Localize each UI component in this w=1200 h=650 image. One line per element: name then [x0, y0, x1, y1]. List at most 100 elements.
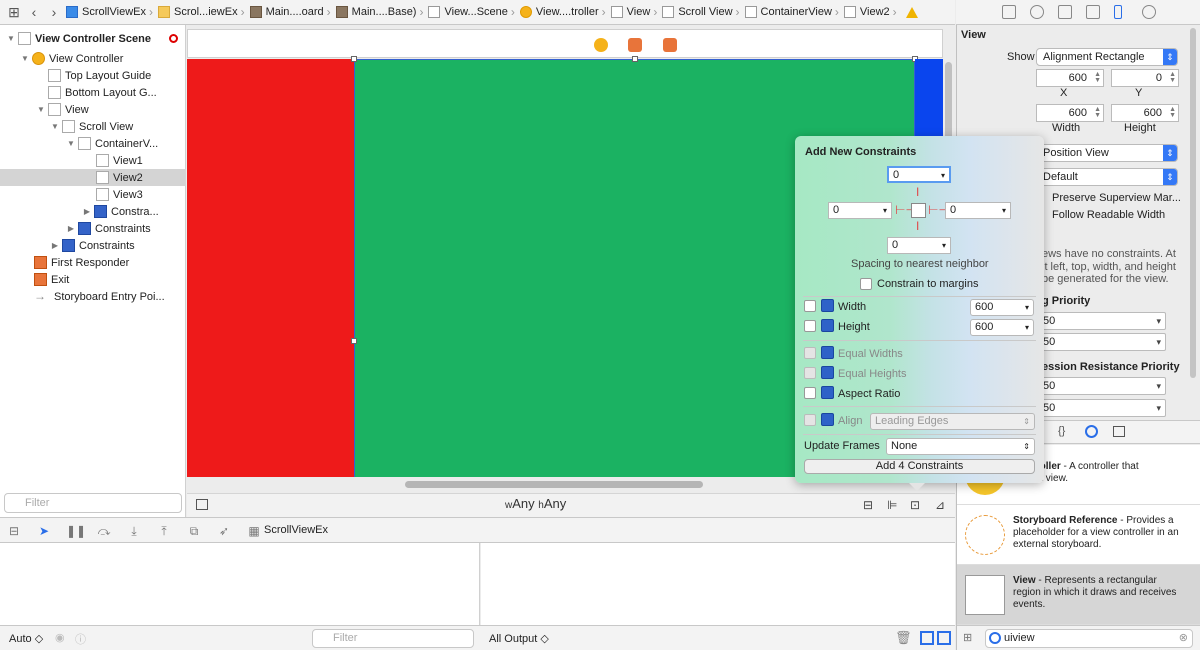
breadcrumb-item[interactable]: Main....oard › — [248, 0, 334, 24]
breadcrumb-item[interactable]: View....troller › — [518, 0, 609, 24]
identity-inspector-icon[interactable] — [1058, 5, 1072, 19]
bottom-spacing-field[interactable]: 0 ▾ — [887, 237, 951, 254]
view-controller-icon[interactable] — [594, 38, 608, 52]
exit-icon[interactable] — [663, 38, 677, 52]
resize-handle[interactable] — [351, 56, 357, 62]
outline-item-first-responder[interactable]: First Responder — [0, 254, 186, 271]
console-filter-input[interactable]: Filter — [312, 629, 474, 648]
forward-icon[interactable]: › — [44, 2, 64, 22]
breadcrumb-item[interactable]: ContainerView › — [743, 0, 842, 24]
info-icon[interactable]: ⓘ — [75, 631, 86, 647]
align-checkbox[interactable] — [804, 414, 816, 426]
right-spacing-field[interactable]: 0 ▾ — [945, 202, 1011, 219]
outline-item-constraints[interactable]: ▶ Constraints — [0, 237, 186, 254]
aspect-ratio-checkbox[interactable] — [804, 387, 816, 399]
library-item-view[interactable]: View - Represents a rectangular region in… — [957, 565, 1200, 625]
stack-icon[interactable]: ⊟ — [863, 498, 873, 512]
outline-item-view3[interactable]: View3 — [0, 186, 186, 203]
object-library-icon[interactable] — [1085, 425, 1098, 438]
constrain-margins-checkbox[interactable] — [860, 278, 872, 290]
outline-toggle-icon[interactable] — [196, 499, 208, 510]
view-debugger-icon[interactable]: ⧉ — [186, 523, 202, 539]
stepper-icon[interactable]: ▲ ▼ — [1169, 71, 1176, 84]
code-snippet-icon[interactable]: {} — [1058, 425, 1065, 437]
outline-item-container-view[interactable]: ▼ ContainerV... — [0, 135, 186, 152]
width-value-field[interactable]: 600 ▾ — [970, 299, 1034, 316]
show-popup[interactable]: Alignment Rectangle ⇕ — [1036, 48, 1178, 66]
outline-item-top-layout-guide[interactable]: Top Layout Guide — [0, 67, 186, 84]
breadcrumb-item[interactable]: View...Scene › — [426, 0, 517, 24]
eye-icon[interactable]: ◉ — [55, 631, 65, 644]
media-library-icon[interactable] — [1113, 426, 1125, 437]
compression-vertical-field[interactable]: 50 ▾ — [1036, 399, 1166, 417]
height-checkbox[interactable] — [804, 320, 816, 332]
location-icon[interactable]: ➶ — [216, 523, 232, 539]
pin-icon[interactable]: ⊡ — [910, 498, 920, 512]
equal-widths-checkbox[interactable] — [804, 347, 816, 359]
resolve-issues-icon[interactable]: ⊿ — [935, 498, 945, 512]
breadcrumb-item[interactable]: View › — [609, 0, 661, 24]
outline-item-constraints[interactable]: ▶ Constraints — [0, 220, 186, 237]
connections-inspector-icon[interactable] — [1142, 5, 1156, 19]
breadcrumb-item[interactable]: ScrollViewEx › — [64, 0, 156, 24]
attributes-inspector-icon[interactable] — [1086, 5, 1100, 19]
outline-item-storyboard-entry[interactable]: → Storyboard Entry Poi... — [0, 288, 186, 305]
view1-red[interactable] — [187, 59, 354, 477]
y-field[interactable]: 0 ▲ ▼ — [1111, 69, 1179, 87]
add-constraints-button[interactable]: Add 4 Constraints — [804, 459, 1035, 474]
grid-view-icon[interactable]: ⊞ — [963, 631, 972, 644]
outline-item-scroll-view[interactable]: ▼ Scroll View — [0, 118, 186, 135]
layout-margins-popup[interactable]: Default ⇕ — [1036, 168, 1178, 186]
step-out-icon[interactable]: ⤒ — [156, 523, 172, 539]
outline-item-view1[interactable]: View1 — [0, 152, 186, 169]
resize-handle[interactable] — [632, 56, 638, 62]
left-spacing-field[interactable]: 0 ▾ — [828, 202, 892, 219]
split-right-icon[interactable] — [937, 631, 951, 645]
stepper-icon[interactable]: ▲ ▼ — [1094, 106, 1101, 119]
update-frames-popup[interactable]: None ⇕ — [886, 438, 1035, 455]
align-icon[interactable]: ⊫ — [887, 498, 897, 512]
library-item-storyboard-reference[interactable]: Storyboard Reference - Provides a placeho… — [957, 505, 1200, 565]
outline-item-scene[interactable]: ▼ View Controller Scene — [0, 30, 186, 47]
bottom-constraint-icon[interactable]: I — [916, 220, 919, 232]
stepper-icon[interactable]: ▲ ▼ — [1169, 106, 1176, 119]
stepper-icon[interactable]: ▲ ▼ — [1094, 71, 1101, 84]
library-search-input[interactable]: uiview ⊗ — [985, 629, 1193, 648]
outline-item-view-controller[interactable]: ▼ View Controller — [0, 50, 186, 67]
file-inspector-icon[interactable] — [1002, 5, 1016, 19]
top-spacing-field[interactable]: 0 ▾ — [887, 166, 951, 183]
width-checkbox[interactable] — [804, 300, 816, 312]
horizontal-scrollbar[interactable] — [405, 481, 703, 488]
breadcrumb-item[interactable]: Scroll View › — [660, 0, 742, 24]
outline-item-constraints[interactable]: ▶ Constra... — [0, 203, 186, 220]
step-in-icon[interactable]: ⤓ — [126, 523, 142, 539]
top-constraint-icon[interactable]: I — [916, 186, 919, 198]
breadcrumb-item[interactable]: View2 › — [842, 0, 900, 24]
split-left-icon[interactable] — [920, 631, 934, 645]
outline-item-exit[interactable]: Exit — [0, 271, 186, 288]
arrange-popup[interactable]: Position View ⇕ — [1036, 144, 1178, 162]
first-responder-icon[interactable] — [628, 38, 642, 52]
output-selector[interactable]: All Output ◇ — [489, 632, 549, 645]
error-icon[interactable] — [168, 34, 178, 43]
height-value-field[interactable]: 600 ▾ — [970, 319, 1034, 336]
pause-icon[interactable]: ❚❚ — [66, 523, 86, 539]
outline-filter-input[interactable]: Filter — [4, 493, 182, 513]
preserve-margins-label[interactable]: Preserve Superview Mar... — [1052, 192, 1181, 204]
compression-horizontal-field[interactable]: 50 ▾ — [1036, 377, 1166, 395]
height-field[interactable]: 600 ▲ ▼ — [1111, 104, 1179, 122]
back-icon[interactable]: ‹ — [24, 2, 44, 22]
hide-debug-icon[interactable]: ⊟ — [6, 523, 22, 539]
outline-item-view2[interactable]: View2 — [0, 169, 186, 186]
breadcrumb-item[interactable]: Scrol...iewEx › — [156, 0, 248, 24]
trash-icon[interactable]: 🗑 — [895, 630, 912, 646]
warning-icon[interactable] — [904, 0, 922, 24]
x-field[interactable]: 600 ▲ ▼ — [1036, 69, 1104, 87]
outline-item-view[interactable]: ▼ View — [0, 101, 186, 118]
help-icon[interactable] — [1030, 5, 1044, 19]
breadcrumb-item[interactable]: Main....Base) › — [334, 0, 427, 24]
hugging-horizontal-field[interactable]: 50 ▾ — [1036, 312, 1166, 330]
size-class-selector[interactable]: wAny hAny — [505, 496, 566, 511]
resize-handle[interactable] — [351, 338, 357, 344]
outline-item-bottom-layout-guide[interactable]: Bottom Layout G... — [0, 84, 186, 101]
